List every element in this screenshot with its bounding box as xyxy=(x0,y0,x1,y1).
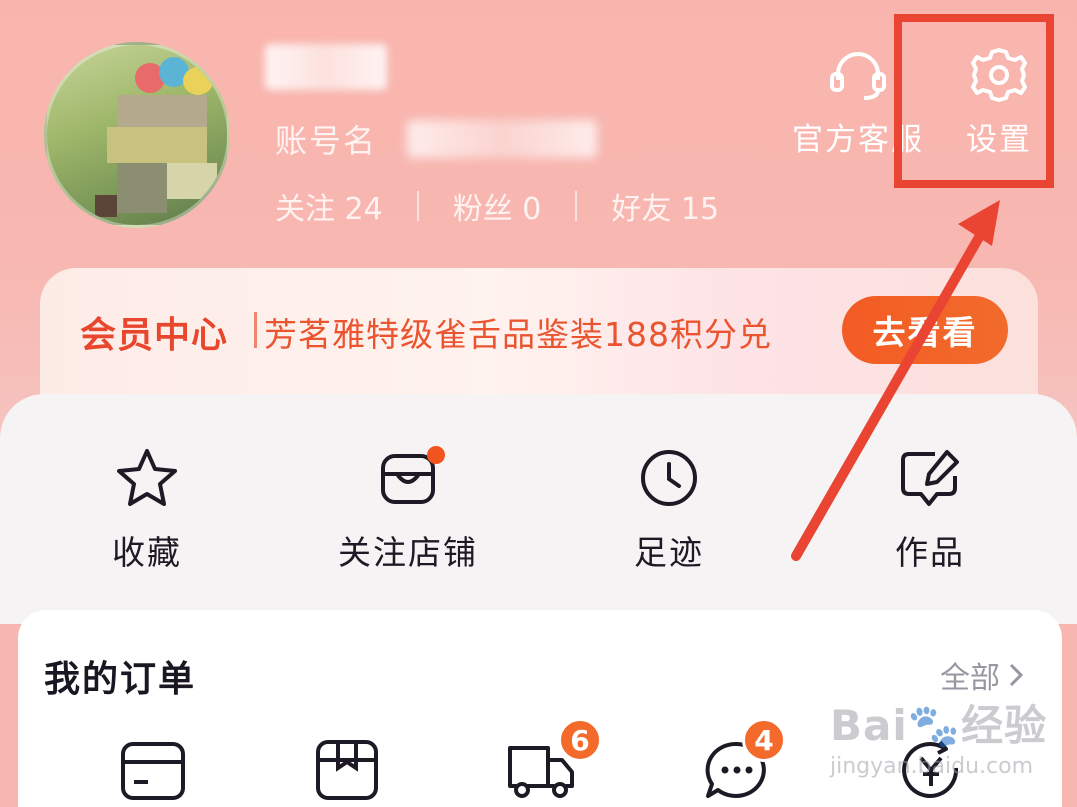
annotation-arrow xyxy=(791,200,1000,561)
